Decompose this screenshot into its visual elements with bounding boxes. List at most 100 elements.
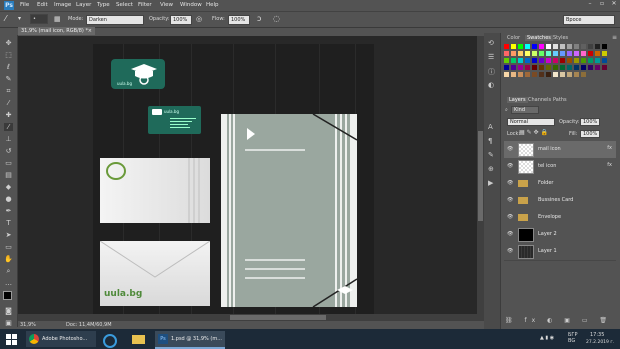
taskbar-chrome[interactable]: Adobe Photosho...	[26, 331, 96, 347]
swatch[interactable]	[574, 51, 579, 56]
tab-styles[interactable]: Styles	[553, 35, 568, 41]
brush-panel-icon[interactable]: ▦	[54, 15, 61, 23]
swatch[interactable]	[553, 65, 558, 70]
layer-row[interactable]: 👁 tel icon fx	[504, 158, 616, 176]
menu-file[interactable]: File	[20, 2, 29, 8]
swatch[interactable]	[546, 65, 551, 70]
swatch[interactable]	[532, 58, 537, 63]
zoom-tool-icon[interactable]: ⌕	[4, 267, 13, 275]
swatch[interactable]	[539, 44, 544, 49]
history-brush-tool-icon[interactable]: ↺	[4, 147, 13, 155]
adjustments-icon[interactable]: ◐	[488, 81, 494, 89]
visibility-eye-icon[interactable]: 👁	[507, 197, 513, 203]
tab-paths[interactable]: Paths	[553, 97, 567, 103]
swatch[interactable]	[532, 72, 537, 77]
visibility-eye-icon[interactable]: 👁	[507, 214, 513, 220]
blur-tool-icon[interactable]: ◆	[4, 183, 13, 191]
brush-size-preset[interactable]: •	[30, 14, 48, 24]
start-button[interactable]	[3, 331, 21, 347]
swatch[interactable]	[595, 65, 600, 70]
opacity-input[interactable]: 100%	[170, 15, 192, 25]
layer-row[interactable]: 👁 Layer 1	[504, 243, 616, 261]
clock-time[interactable]: 17:35	[590, 332, 604, 338]
swatch[interactable]	[504, 44, 509, 49]
ie-icon[interactable]	[100, 331, 118, 348]
swatch[interactable]	[539, 51, 544, 56]
menu-view[interactable]: View	[160, 2, 173, 8]
foreground-color-swatch[interactable]	[3, 291, 12, 300]
flow-input[interactable]: 100%	[228, 15, 250, 25]
swatches-grid[interactable]	[504, 44, 608, 90]
menu-image[interactable]: Image	[54, 2, 71, 8]
mode-select[interactable]: Darken	[86, 15, 144, 25]
workspace-select[interactable]: Bpoce	[563, 15, 615, 25]
clock-date[interactable]: 27.2.2019 г.	[586, 340, 614, 345]
swatch[interactable]	[602, 65, 607, 70]
marquee-tool-icon[interactable]: ⬚	[4, 51, 13, 59]
eraser-tool-icon[interactable]: ▭	[4, 159, 13, 167]
layer-row[interactable]: 👁 Folder	[504, 175, 616, 193]
swatch[interactable]	[511, 51, 516, 56]
swatch[interactable]	[574, 65, 579, 70]
swatch[interactable]	[560, 72, 565, 77]
swatch[interactable]	[595, 44, 600, 49]
fill-input[interactable]: 100%	[580, 130, 600, 138]
swatch[interactable]	[525, 58, 530, 63]
layer-opacity-input[interactable]: 100%	[580, 118, 600, 126]
info-icon[interactable]: ⓘ	[488, 67, 495, 77]
swatch[interactable]	[518, 58, 523, 63]
swatch[interactable]	[518, 44, 523, 49]
taskbar-photoshop[interactable]: Ps 1.psd @ 31,9% (m...	[155, 331, 225, 349]
minimize-icon[interactable]: –	[584, 0, 596, 9]
hand-tool-icon[interactable]: ✋	[4, 255, 13, 263]
doc-info[interactable]: Doc: 11,4M/60,9M	[66, 322, 112, 328]
close-icon[interactable]: ✕	[608, 0, 620, 9]
vertical-scrollbar[interactable]	[477, 36, 484, 321]
pressure-size-icon[interactable]: ◌	[273, 14, 280, 23]
tab-channels[interactable]: Channels	[528, 97, 551, 103]
actions-icon[interactable]: ▶	[488, 179, 493, 187]
tab-swatches[interactable]: Swatches	[525, 35, 553, 41]
swatch[interactable]	[546, 44, 551, 49]
swatch[interactable]	[581, 72, 586, 77]
layer-row[interactable]: 👁 mail icon fx	[504, 141, 616, 159]
swatch[interactable]	[525, 44, 530, 49]
menu-type[interactable]: Type	[97, 2, 110, 8]
chevron-down-icon[interactable]: ▾	[18, 15, 21, 22]
quick-select-tool-icon[interactable]: ✎	[4, 75, 13, 83]
brush-settings-icon[interactable]: ✎	[488, 151, 494, 159]
quick-mask-icon[interactable]: ◙	[4, 307, 13, 315]
healing-tool-icon[interactable]: ✚	[4, 111, 13, 119]
swatch[interactable]	[553, 44, 558, 49]
swatch[interactable]	[511, 72, 516, 77]
swatch[interactable]	[574, 44, 579, 49]
layer-row[interactable]: 👁 Bussines Card	[504, 192, 616, 210]
swatch[interactable]	[525, 51, 530, 56]
tray-icons[interactable]: ▲ ▮ ◉	[540, 335, 554, 341]
menu-filter[interactable]: Filter	[138, 2, 152, 8]
layer-row[interactable]: 👁 Envelope	[504, 209, 616, 227]
swatch[interactable]	[504, 72, 509, 77]
swatch[interactable]	[588, 51, 593, 56]
tab-layers[interactable]: Layers	[507, 97, 528, 103]
move-tool-icon[interactable]: ✥	[4, 39, 13, 47]
eyedropper-tool-icon[interactable]: ⁄	[4, 99, 13, 107]
swatch[interactable]	[546, 51, 551, 56]
swatch[interactable]	[581, 51, 586, 56]
swatch[interactable]	[539, 72, 544, 77]
fx-icon[interactable]: fx	[607, 162, 612, 168]
layer-row[interactable]: 👁 Layer 2	[504, 226, 616, 244]
type-tool-icon[interactable]: T	[4, 219, 13, 227]
menu-layer[interactable]: Layer	[76, 2, 91, 8]
swatch[interactable]	[560, 51, 565, 56]
zoom-readout[interactable]: 31,9%	[20, 322, 36, 328]
swatch[interactable]	[588, 58, 593, 63]
horizontal-scrollbar[interactable]	[18, 314, 477, 321]
swatch[interactable]	[532, 65, 537, 70]
dodge-tool-icon[interactable]: ●	[4, 195, 13, 203]
swatch[interactable]	[518, 72, 523, 77]
lasso-tool-icon[interactable]: ℓ	[4, 63, 13, 71]
blend-mode-select[interactable]: Normal	[507, 118, 555, 126]
brush-tool-icon[interactable]: ⁄	[4, 123, 13, 131]
swatch[interactable]	[588, 44, 593, 49]
